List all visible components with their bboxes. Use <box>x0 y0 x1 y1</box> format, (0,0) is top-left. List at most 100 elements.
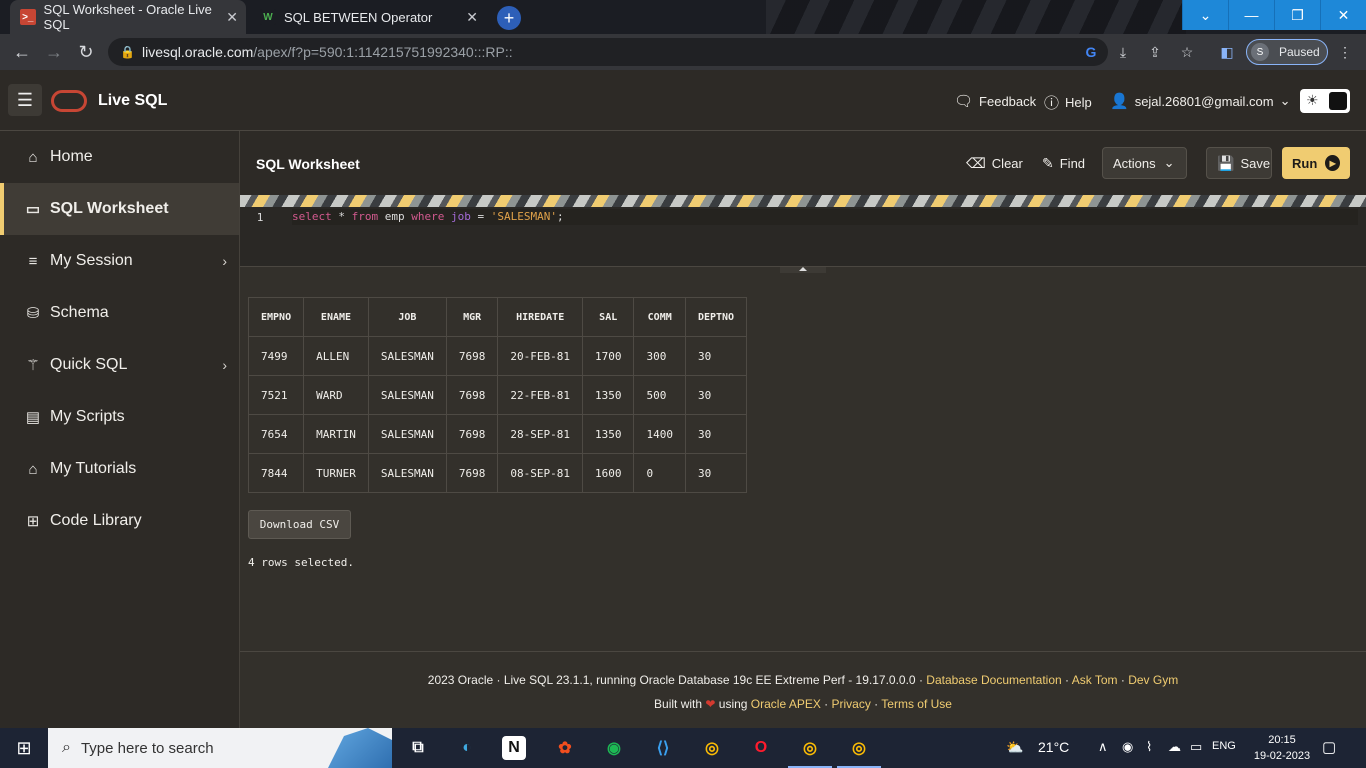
battery-icon[interactable]: ▭ <box>1190 739 1202 755</box>
sidebar-item-label: Quick SQL <box>50 356 128 373</box>
notion-icon[interactable]: N <box>502 736 526 760</box>
figma-icon[interactable]: ✿ <box>551 734 579 762</box>
url-field[interactable]: 🔒 livesql.oracle.com/apex/f?p=590:1:1142… <box>108 38 1108 66</box>
sidebar-item-label: Home <box>50 148 93 165</box>
privacy-link[interactable]: Privacy <box>832 697 871 711</box>
install-icon[interactable]: ⤓ <box>1114 43 1132 61</box>
help-link[interactable]: ⓘ Help <box>1044 92 1092 113</box>
weather-icon[interactable]: ⛅ <box>1006 739 1023 756</box>
terminal-icon: ▭ <box>25 201 41 218</box>
table-cell: 1700 <box>581 336 635 376</box>
profile-button[interactable]: S Paused <box>1246 39 1328 65</box>
chrome-icon[interactable]: ◎ <box>698 734 726 762</box>
google-icon[interactable]: G <box>1082 43 1100 61</box>
download-csv-button[interactable]: Download CSV <box>248 510 351 539</box>
table-row: 7654 MARTIN SALESMAN 7698 28-SEP-81 1350… <box>247 414 748 454</box>
profile-status: Paused <box>1279 45 1320 59</box>
date: 19-02-2023 <box>1253 750 1311 762</box>
sidebar-item-code-library[interactable]: ⊞ Code Library <box>0 495 239 547</box>
time: 20:15 <box>1268 734 1296 746</box>
column-header: EMPNO <box>247 297 305 337</box>
clock[interactable]: 20:15 19-02-2023 <box>1252 732 1312 764</box>
theme-toggle[interactable]: ☀ <box>1300 89 1350 113</box>
sidebar-item-my-tutorials[interactable]: ⌂ My Tutorials <box>0 443 239 495</box>
minimize-icon[interactable]: — <box>1228 0 1274 30</box>
bookmark-star-icon[interactable]: ☆ <box>1178 43 1196 61</box>
separator: · <box>870 697 882 711</box>
ask-tom-link[interactable]: Ask Tom <box>1072 673 1118 687</box>
onedrive-icon[interactable]: ☁ <box>1168 739 1181 755</box>
side-panel-icon[interactable]: ◧ <box>1218 43 1236 61</box>
browser-menu-icon[interactable]: ⋮ <box>1336 43 1354 61</box>
column-header: JOB <box>367 297 447 337</box>
sidebar-item-label: Schema <box>50 304 109 321</box>
code-line[interactable]: select * from emp where job = 'SALESMAN'… <box>292 209 1358 225</box>
close-tab-icon[interactable]: ✕ <box>466 9 478 26</box>
language-indicator[interactable]: ENG <box>1212 740 1236 752</box>
main-content: SQL Worksheet ⌫ Clear ✎ Find Actions ⌄ 💾… <box>240 131 1366 728</box>
find-button[interactable]: ✎ Find <box>1032 147 1095 179</box>
chrome-profile-icon[interactable]: ◎ <box>788 734 832 768</box>
terms-link[interactable]: Terms of Use <box>881 697 952 711</box>
sidebar: ⌂ Home ▭ SQL Worksheet ≡ My Session › ⛁ … <box>0 131 240 728</box>
forward-icon[interactable]: → <box>44 42 64 62</box>
spotify-icon[interactable]: ◉ <box>600 734 628 762</box>
database-docs-link[interactable]: Database Documentation <box>926 673 1061 687</box>
run-button[interactable]: Run ▶ <box>1282 147 1350 179</box>
find-label: Find <box>1059 155 1086 171</box>
opera-icon[interactable]: O <box>747 734 775 762</box>
tab-sql-worksheet[interactable]: >_ SQL Worksheet - Oracle Live SQL ✕ <box>10 0 246 34</box>
vscode-icon[interactable]: ⟨⟩ <box>649 734 677 762</box>
save-button[interactable]: 💾 Save <box>1206 147 1272 179</box>
sidebar-item-my-session[interactable]: ≡ My Session › <box>0 235 239 287</box>
record-icon[interactable]: ◉ <box>1122 739 1133 755</box>
list-icon: ≡ <box>28 252 38 270</box>
run-label: Run <box>1292 155 1318 171</box>
windows-start-icon[interactable]: ⊞ <box>0 728 48 768</box>
chevron-right-icon: › <box>222 253 227 269</box>
table-cell: 300 <box>633 336 686 376</box>
edge-icon[interactable]: ◐ <box>453 734 481 762</box>
new-tab-button[interactable]: + <box>497 6 521 30</box>
sidebar-item-schema[interactable]: ⛁ Schema <box>0 287 239 339</box>
hamburger-menu-icon[interactable]: ☰ <box>8 84 42 116</box>
task-view-icon[interactable]: ⧉ <box>404 734 432 762</box>
feedback-link[interactable]: 🗨 Feedback <box>954 92 1036 110</box>
sidebar-item-quick-sql[interactable]: ⚚ Quick SQL › <box>0 339 239 391</box>
tab-sql-between[interactable]: W SQL BETWEEN Operator ✕ <box>250 0 486 34</box>
table-cell: 7654 <box>247 414 305 454</box>
dev-gym-link[interactable]: Dev Gym <box>1128 673 1178 687</box>
table-cell: 08-SEP-81 <box>497 453 583 493</box>
temperature[interactable]: 21°C <box>1038 739 1069 755</box>
oracle-apex-link[interactable]: Oracle APEX <box>751 697 821 711</box>
file-icon: ▤ <box>25 409 41 426</box>
notifications-icon[interactable]: ▢ <box>1322 738 1336 756</box>
close-window-icon[interactable]: ✕ <box>1320 0 1366 30</box>
table-cell: 28-SEP-81 <box>497 414 583 454</box>
table-cell: 30 <box>684 453 748 493</box>
sidebar-item-sql-worksheet[interactable]: ▭ SQL Worksheet <box>0 183 239 235</box>
wifi-icon[interactable]: ⌇ <box>1146 739 1152 755</box>
sql-editor[interactable]: 1 select * from emp where job = 'SALESMA… <box>240 207 1366 267</box>
chrome-second-profile-icon[interactable]: ◎ <box>837 734 881 768</box>
save-label: Save <box>1240 155 1271 171</box>
table-cell: WARD <box>303 375 369 415</box>
w3schools-favicon-icon: W <box>260 9 276 25</box>
rows-selected-message: 4 rows selected. <box>248 556 354 569</box>
user-menu[interactable]: 👤 sejal.26801@gmail.com ⌄ <box>1110 92 1291 110</box>
actions-dropdown[interactable]: Actions ⌄ <box>1102 147 1187 179</box>
sidebar-item-my-scripts[interactable]: ▤ My Scripts <box>0 391 239 443</box>
share-icon[interactable]: ⇪ <box>1146 43 1164 61</box>
clear-button[interactable]: ⌫ Clear <box>956 147 1033 179</box>
restore-icon[interactable]: ❐ <box>1274 0 1320 30</box>
sidebar-item-home[interactable]: ⌂ Home <box>0 131 239 183</box>
chevron-up-icon[interactable]: ∧ <box>1098 739 1108 755</box>
taskbar-search-input[interactable]: ⌕ Type here to search <box>48 728 392 768</box>
reload-icon[interactable]: ↻ <box>76 42 96 62</box>
results-table: EMPNO ENAME JOB MGR HIREDATE SAL COMM DE… <box>247 297 748 493</box>
table-cell: 7698 <box>445 414 499 454</box>
close-tab-icon[interactable]: ✕ <box>226 9 238 26</box>
tab-search-icon[interactable]: ⌄ <box>1182 0 1228 30</box>
back-icon[interactable]: ← <box>12 42 32 62</box>
resize-splitter[interactable] <box>780 267 826 273</box>
